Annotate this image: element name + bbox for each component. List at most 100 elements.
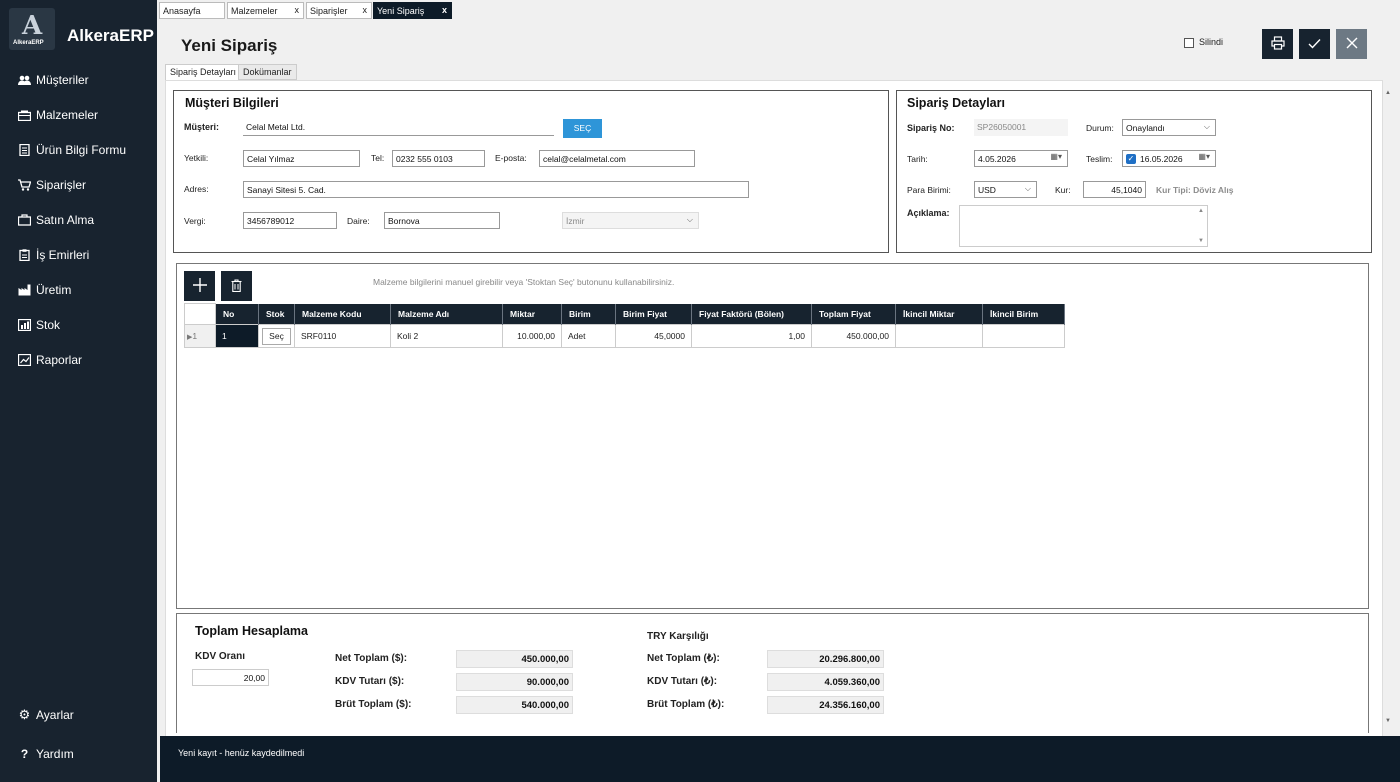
cell-factor[interactable]: 1,00 — [691, 324, 812, 348]
nav-label: Ayarlar — [36, 708, 74, 722]
deleted-label: Silindi — [1199, 37, 1224, 47]
date-picker[interactable]: 4.05.2026 ▦▾ — [974, 150, 1068, 167]
vertical-scrollbar[interactable]: ▲ ▼ — [1383, 90, 1395, 730]
email-field[interactable]: celal@celalmetal.com — [539, 150, 695, 167]
column-header[interactable]: Birim — [561, 303, 616, 325]
cell-no[interactable]: 1 — [215, 324, 259, 348]
try-title: TRY Karşılığı — [647, 631, 709, 642]
tab-siparisler[interactable]: Siparişler x — [306, 2, 372, 19]
scroll-up-icon[interactable]: ▲ — [1385, 90, 1391, 96]
delivery-date-picker[interactable]: ✓ 16.05.2026 ▦▾ — [1122, 150, 1216, 167]
subtab-siparis-detaylari[interactable]: Sipariş Detayları — [165, 64, 242, 80]
close-icon[interactable]: x — [295, 5, 300, 15]
contact-field[interactable]: Celal Yılmaz — [243, 150, 360, 167]
delivery-checkbox[interactable]: ✓ — [1126, 154, 1136, 164]
cell-stok[interactable]: Seç — [258, 324, 295, 348]
nav-item-malzemeler[interactable]: Malzemeler — [18, 105, 98, 125]
nav-item-is-emirleri[interactable]: İş Emirleri — [18, 245, 89, 265]
status-text: Yeni kayıt - henüz kaydedilmedi — [178, 748, 305, 758]
rate-field[interactable]: 45,1040 — [1083, 181, 1146, 198]
subtab-dokumanlar[interactable]: Dokümanlar — [238, 64, 297, 80]
status-label: Durum: — [1086, 123, 1114, 133]
phone-field[interactable]: 0232 555 0103 — [392, 150, 485, 167]
city-value: İzmir — [566, 216, 585, 226]
address-label: Adres: — [184, 184, 209, 194]
chart-icon — [18, 354, 31, 366]
row-header[interactable]: ▶1 — [184, 324, 216, 348]
cancel-button[interactable] — [1336, 29, 1367, 59]
calendar-icon[interactable]: ▦▾ — [1050, 152, 1062, 161]
clipboard-icon — [18, 249, 31, 261]
address-field[interactable]: Sanayi Sitesi 5. Cad. — [243, 181, 749, 198]
column-header[interactable]: Malzeme Adı — [390, 303, 503, 325]
nav-item-musteriler[interactable]: Müşteriler — [18, 70, 89, 90]
nav-item-uretim[interactable]: Üretim — [18, 280, 71, 300]
cell-price[interactable]: 45,0000 — [615, 324, 692, 348]
cell-qty2[interactable] — [895, 324, 983, 348]
cell-unit[interactable]: Adet — [561, 324, 616, 348]
table-header-row: No Stok Malzeme Kodu Malzeme Adı Miktar … — [184, 303, 1065, 325]
nav-label: Ürün Bilgi Formu — [36, 143, 127, 157]
status-select[interactable]: Onaylandı ⌵ — [1122, 119, 1216, 136]
delivery-label: Teslim: — [1086, 154, 1113, 164]
deleted-checkbox[interactable] — [1184, 38, 1194, 48]
cell-qty[interactable]: 10.000,00 — [502, 324, 562, 348]
nav-item-siparisler[interactable]: Siparişler — [18, 175, 86, 195]
nav-item-stok[interactable]: Stok — [18, 315, 60, 335]
column-header[interactable]: Stok — [258, 303, 295, 325]
sidebar: A AlkeraERP AlkeraERP Müşteriler Malzeme… — [0, 0, 157, 782]
cell-name[interactable]: Koli 2 — [390, 324, 503, 348]
customer-field[interactable]: Celal Metal Ltd. — [243, 119, 554, 136]
select-customer-button[interactable]: SEÇ — [563, 119, 602, 138]
print-button[interactable] — [1262, 29, 1293, 59]
customer-panel-title: Müşteri Bilgileri — [185, 96, 279, 110]
nav-item-yardim[interactable]: ? Yardım — [18, 744, 74, 764]
logo-icon: A — [22, 11, 43, 41]
row-number: 1 — [192, 331, 198, 341]
column-header[interactable]: İkincil Birim — [982, 303, 1065, 325]
cell-total[interactable]: 450.000,00 — [811, 324, 896, 348]
try-vat-label: KDV Tutarı (₺): — [647, 676, 718, 687]
tab-anasayfa[interactable]: Anasayfa — [159, 2, 225, 19]
tax-label: Vergi: — [184, 216, 206, 226]
vat-rate-label: KDV Oranı — [195, 651, 246, 662]
add-row-button[interactable] — [184, 271, 215, 301]
vat-total-label: KDV Tutarı ($): — [335, 676, 405, 687]
app-title: AlkeraERP — [67, 26, 154, 45]
currency-select[interactable]: USD ⌵ — [974, 181, 1037, 198]
scroll-down-icon[interactable]: ▼ — [1385, 718, 1391, 724]
column-header[interactable]: İkincil Miktar — [895, 303, 983, 325]
table-row[interactable]: ▶1 1 Seç SRF0110 Koli 2 10.000,00 Adet 4… — [184, 324, 1065, 348]
column-header[interactable]: Birim Fiyat — [615, 303, 692, 325]
totals-title: Toplam Hesaplama — [195, 624, 309, 638]
note-textarea[interactable]: ▲ ▼ — [959, 205, 1208, 247]
scroll-up-icon[interactable]: ▲ — [1198, 208, 1204, 214]
nav-item-ayarlar[interactable]: ⚙ Ayarlar — [18, 705, 74, 725]
column-header[interactable]: Malzeme Kodu — [294, 303, 391, 325]
vat-rate-field[interactable]: 20,00 — [192, 669, 269, 686]
calendar-icon[interactable]: ▦▾ — [1198, 152, 1210, 161]
cell-unit2[interactable] — [982, 324, 1065, 348]
column-header[interactable]: Miktar — [502, 303, 562, 325]
delete-row-button[interactable] — [221, 271, 252, 301]
select-stock-button[interactable]: Seç — [262, 327, 291, 345]
close-icon[interactable]: x — [363, 5, 368, 15]
cell-code[interactable]: SRF0110 — [294, 324, 391, 348]
column-header[interactable]: Fiyat Faktörü (Bölen) — [691, 303, 812, 325]
column-header[interactable]: Toplam Fiyat — [811, 303, 896, 325]
nav-item-raporlar[interactable]: Raporlar — [18, 350, 82, 370]
logo-text: AlkeraERP — [13, 40, 44, 46]
close-icon[interactable]: x — [442, 5, 447, 15]
contact-label: Yetkili: — [184, 153, 209, 163]
items-table: No Stok Malzeme Kodu Malzeme Adı Miktar … — [184, 303, 1065, 348]
tab-yeni-siparis[interactable]: Yeni Sipariş x — [373, 2, 452, 19]
nav-item-urun-bilgi-formu[interactable]: Ürün Bilgi Formu — [18, 140, 126, 160]
tax-field[interactable]: 3456789012 — [243, 212, 337, 229]
save-button[interactable] — [1299, 29, 1330, 59]
tab-malzemeler[interactable]: Malzemeler x — [227, 2, 304, 19]
users-icon — [18, 74, 31, 86]
column-header[interactable]: No — [215, 303, 259, 325]
office-field[interactable]: Bornova — [384, 212, 500, 229]
nav-item-satin-alma[interactable]: Satın Alma — [18, 210, 94, 230]
scroll-down-icon[interactable]: ▼ — [1198, 238, 1204, 244]
